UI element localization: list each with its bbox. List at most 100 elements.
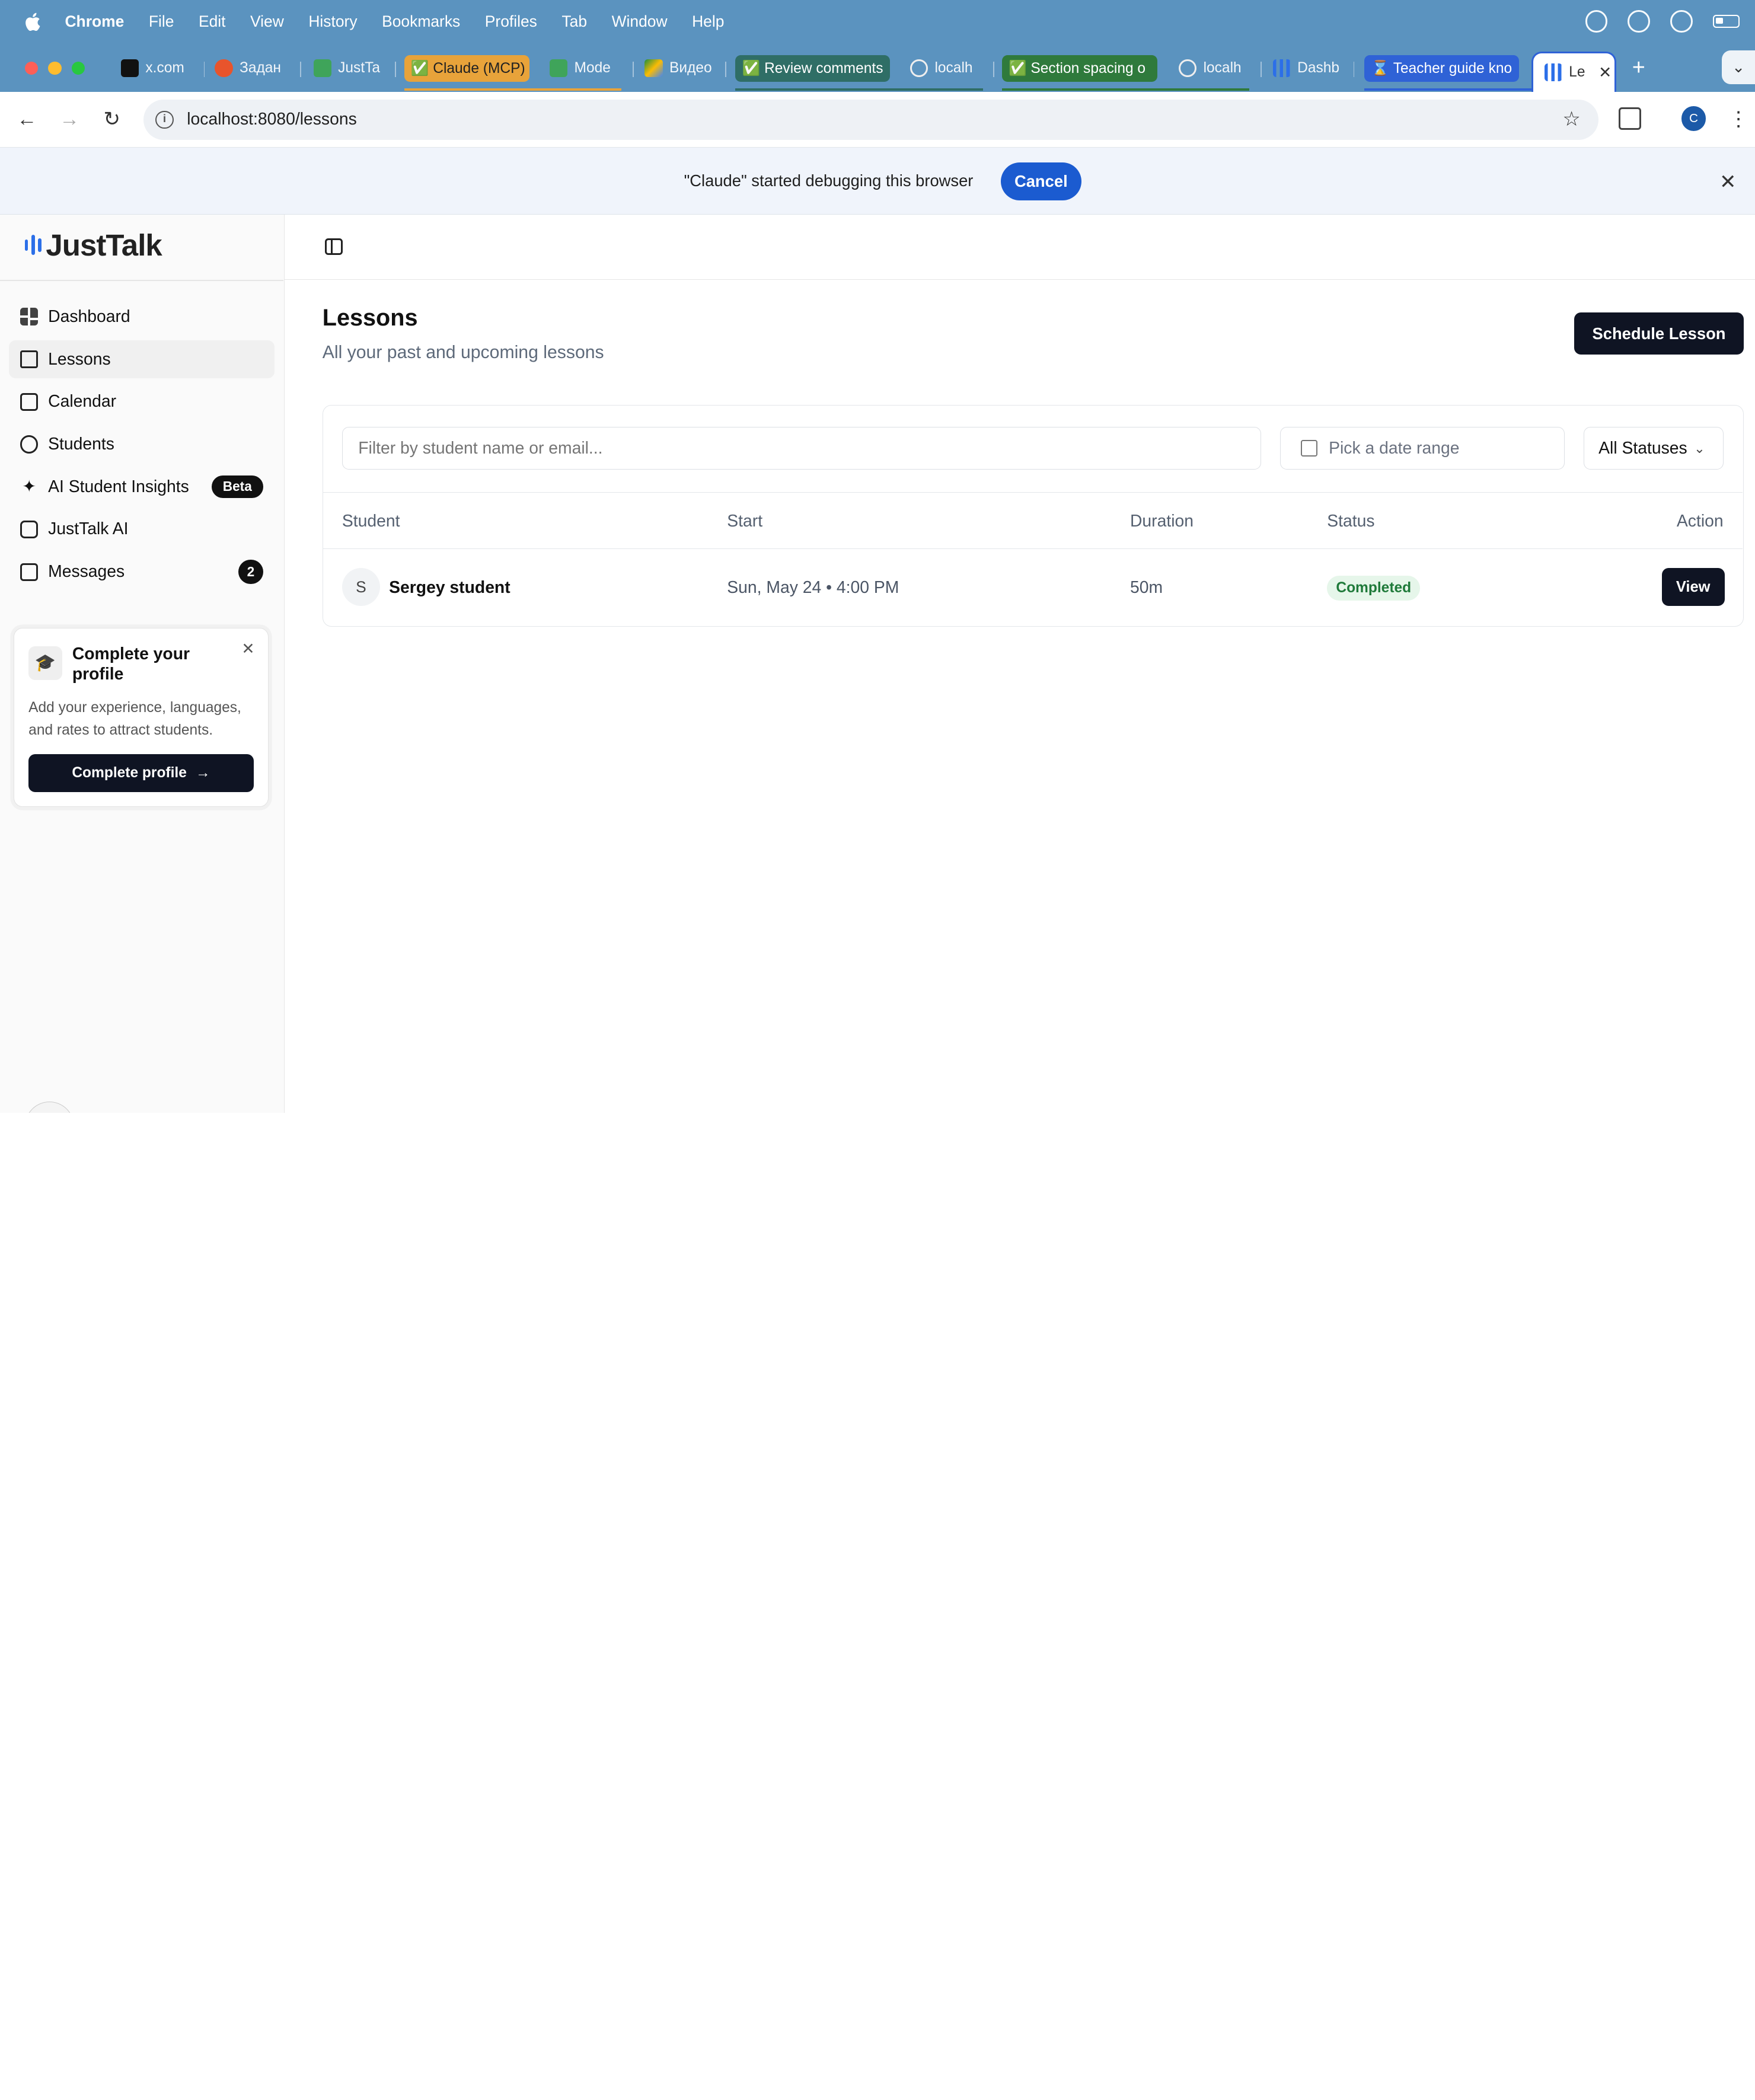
close-window-icon[interactable] (24, 61, 39, 75)
extension-tray-icon[interactable] (1585, 9, 1608, 33)
sidebar-item-dashboard[interactable]: Dashboard (9, 298, 274, 336)
calendar-icon (1300, 440, 1318, 457)
logo-bars-icon (24, 235, 42, 256)
message-icon (20, 563, 39, 581)
zoom-window-icon[interactable] (71, 61, 85, 75)
menu-tab[interactable]: Tab (561, 12, 587, 31)
tab-separator (1353, 61, 1355, 78)
date-range-picker[interactable]: Pick a date range (1279, 427, 1565, 470)
status-badge: Completed (1327, 576, 1421, 601)
view-lesson-button[interactable]: View (1661, 568, 1725, 607)
chrome-menu-icon[interactable]: ⋮ (1728, 107, 1748, 131)
tab-zadan[interactable]: Задан (215, 55, 289, 82)
screen: Chrome File Edit View History Bookmarks … (0, 0, 1755, 1113)
close-infobar-icon[interactable]: ✕ (1719, 170, 1736, 194)
table-row[interactable]: S Sergey student Sun, May 24 • 4:00 PM 5… (323, 549, 1743, 625)
menu-history[interactable]: History (308, 12, 357, 31)
apple-icon[interactable] (23, 11, 45, 33)
menu-file[interactable]: File (149, 12, 174, 31)
tab-label: x.com (145, 60, 184, 76)
profile-avatar[interactable]: C (1681, 106, 1706, 131)
tab-lessons-active[interactable]: Le ✕ (1531, 51, 1617, 92)
complete-profile-button[interactable]: Complete profile → (28, 754, 254, 792)
column-header-duration[interactable]: Duration (1130, 512, 1194, 531)
lessons-table-card: Pick a date range All Statuses ⌄ Student… (322, 405, 1744, 627)
minimize-window-icon[interactable] (48, 61, 62, 75)
forward-icon[interactable]: → (58, 108, 81, 131)
tab-dashboard[interactable]: Dashb (1272, 55, 1342, 82)
tab-separator (993, 61, 994, 78)
tab-review-comments[interactable]: ✅ Review comments (735, 55, 890, 82)
calendar-icon (20, 392, 39, 411)
back-icon[interactable]: ← (15, 108, 38, 131)
graduation-cap-icon: 🎓 (28, 646, 62, 680)
menu-window[interactable]: Window (612, 12, 668, 31)
sidebar-toggle-icon[interactable] (324, 238, 343, 256)
sidebar-item-messages[interactable]: Messages 2 (9, 553, 274, 591)
site-info-icon[interactable]: i (155, 110, 174, 129)
promo-title: Complete your profile (72, 644, 190, 684)
sidebar-item-calendar[interactable]: Calendar (9, 383, 274, 421)
tab-label: ✅ Claude (MCP) (410, 60, 525, 77)
menu-view[interactable]: View (250, 12, 284, 31)
tab-localhost-1[interactable]: localh (910, 55, 982, 82)
sidebar-nav: Dashboard Lessons Calendar Students ✦ AI… (9, 298, 275, 595)
vpn-icon[interactable] (1628, 9, 1650, 33)
column-header-status[interactable]: Status (1327, 512, 1374, 531)
address-bar[interactable]: i localhost:8080/lessons ☆ (143, 100, 1599, 140)
sidebar-divider (0, 279, 283, 281)
main-content: Lessons All your past and upcoming lesso… (284, 215, 1755, 1113)
menu-edit[interactable]: Edit (199, 12, 226, 31)
schedule-lesson-button[interactable]: Schedule Lesson (1574, 312, 1744, 355)
close-tab-icon[interactable]: ✕ (1598, 63, 1612, 82)
tab-label: localh (1203, 60, 1242, 76)
reload-icon[interactable]: ↻ (101, 108, 123, 131)
date-range-placeholder: Pick a date range (1329, 438, 1460, 458)
slides-favicon-icon (313, 59, 331, 78)
menu-help[interactable]: Help (692, 12, 724, 31)
sidebar-item-label: Messages (48, 562, 125, 582)
new-tab-icon[interactable]: + (1632, 55, 1645, 81)
debugging-infobar: "Claude" started debugging this browser … (0, 148, 1755, 215)
sidebar-item-students[interactable]: Students (9, 425, 274, 463)
tab-justtalk[interactable]: JustTa (313, 55, 385, 82)
sidebar-item-lessons[interactable]: Lessons (9, 340, 275, 379)
extensions-icon[interactable] (1619, 107, 1641, 130)
beta-badge: Beta (211, 475, 263, 499)
justtalk-logo[interactable]: JustTalk (24, 228, 162, 262)
status-tray (1585, 9, 1740, 33)
column-header-start[interactable]: Start (727, 512, 762, 531)
menu-app-name[interactable]: Chrome (65, 12, 124, 31)
sidebar-item-ai-student-insights[interactable]: ✦ AI Student Insights Beta (9, 468, 274, 506)
tab-claude-mcp[interactable]: ✅ Claude (MCP) (404, 55, 530, 82)
tab-mode[interactable]: Mode (550, 55, 619, 82)
complete-profile-label: Complete profile (72, 764, 187, 781)
battery-icon[interactable] (1712, 14, 1740, 28)
table-header: Student Start Duration Status Action (323, 492, 1743, 550)
tab-group-underline (1001, 88, 1249, 91)
tab-label: JustTa (338, 60, 381, 76)
menu-profiles[interactable]: Profiles (485, 12, 537, 31)
student-avatar: S (342, 568, 381, 607)
cancel-debugging-button[interactable]: Cancel (1000, 162, 1081, 200)
logo-text: JustTalk (46, 228, 162, 262)
student-filter-input[interactable] (342, 427, 1261, 470)
tab-section-spacing[interactable]: ✅ Section spacing o (1001, 55, 1158, 82)
tab-search-icon[interactable]: ⌄ (1721, 50, 1755, 84)
column-header-student[interactable]: Student (342, 512, 400, 531)
tab-video[interactable]: Видео (644, 55, 714, 82)
play-icon[interactable] (1670, 9, 1693, 33)
tab-localhost-2[interactable]: localh (1179, 55, 1248, 82)
bookmark-star-icon[interactable]: ☆ (1562, 107, 1580, 131)
sidebar-item-label: Lessons (48, 349, 111, 369)
justtalk-favicon-icon (1544, 63, 1562, 82)
menu-bookmarks[interactable]: Bookmarks (382, 12, 460, 31)
lesson-duration: 50m (1129, 578, 1163, 598)
status-select[interactable]: All Statuses ⌄ (1583, 427, 1724, 470)
tab-teacher-guide[interactable]: ⌛ Teacher guide kno (1364, 55, 1519, 82)
sidebar-item-justtalk-ai[interactable]: JustTalk AI (9, 510, 274, 548)
user-avatar[interactable] (24, 1101, 74, 1113)
tab-x[interactable]: x.com (120, 55, 193, 82)
dismiss-promo-icon[interactable]: ✕ (241, 640, 254, 658)
url-text[interactable]: localhost:8080/lessons (187, 110, 356, 129)
